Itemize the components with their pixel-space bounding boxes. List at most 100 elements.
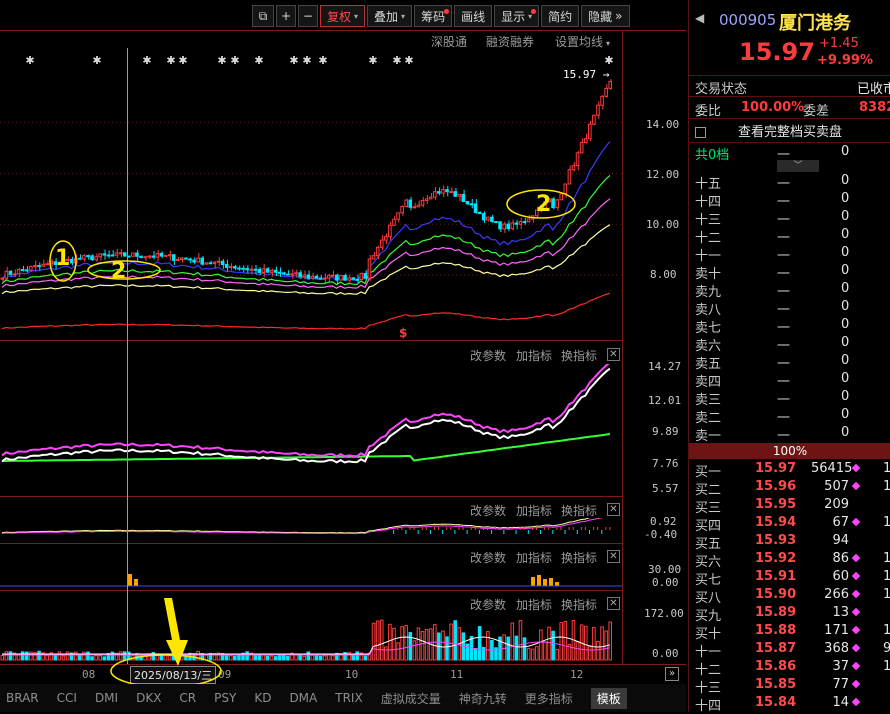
indicator-tab[interactable]: DKX: [136, 691, 161, 705]
indicator-tab[interactable]: CR: [179, 691, 196, 705]
order-marker-icon: [851, 643, 861, 653]
order-diff-label: 委差: [803, 104, 830, 119]
buy-level-row[interactable]: 买十 15.88 171 1: [689, 623, 890, 642]
indicator-tab[interactable]: DMA: [289, 691, 317, 705]
buy-level-row[interactable]: 买一 15.97 56415 1: [689, 461, 890, 480]
sell-level-row[interactable]: 卖四 一 0: [689, 371, 890, 390]
sell-level-row[interactable]: 卖六 一 0: [689, 335, 890, 354]
buy-level-row[interactable]: 买八 15.90 266 1: [689, 587, 890, 606]
buy-level-row[interactable]: 买五 15.93 94: [689, 533, 890, 552]
order-ratio-label: 委比: [695, 104, 722, 119]
indicator-tab[interactable]: BRAR: [6, 691, 39, 705]
buy-level-volume: 94: [832, 533, 849, 548]
buy-level-volume: 266: [824, 587, 849, 602]
buy-level-label: 买九: [695, 609, 722, 624]
sell-level-row[interactable]: 卖九 一 0: [689, 281, 890, 300]
buy-level-label: 十四: [695, 699, 722, 714]
buy-level-volume: 37: [832, 659, 849, 674]
order-marker-icon: [851, 553, 861, 563]
buy-level-row[interactable]: 十四 15.84 14: [689, 695, 890, 714]
buy-level-row[interactable]: 十二 15.86 37 1: [689, 659, 890, 678]
indicator-tab[interactable]: PSY: [214, 691, 236, 705]
buy-level-row[interactable]: 买三 15.95 209: [689, 497, 890, 516]
book-pct-bar: 100%: [689, 443, 890, 459]
sell-level-row[interactable]: 卖二 一 0: [689, 407, 890, 426]
sell-level-volume: 0: [841, 389, 850, 404]
order-marker-icon: [851, 571, 861, 581]
order-marker-icon: [851, 625, 861, 635]
sell-level-row[interactable]: 卖十 一 0: [689, 263, 890, 282]
prev-stock-icon[interactable]: ◀: [695, 11, 704, 25]
sell-level-price: 一: [777, 285, 791, 300]
sell-level-row[interactable]: 十三 一 0: [689, 209, 890, 228]
buy-level-volume: 86: [832, 551, 849, 566]
buy-level-label: 买七: [695, 573, 722, 588]
buy-level-price: 15.89: [755, 605, 797, 620]
buy-level-label: 买四: [695, 519, 722, 534]
divider: [689, 75, 890, 76]
sell-level-price: 一: [777, 429, 791, 444]
sell-level-label: 卖七: [695, 321, 722, 336]
buy-level-volume: 56415: [811, 461, 853, 476]
indicator-tab[interactable]: CCI: [57, 691, 77, 705]
sell-level-row[interactable]: 卖八 一 0: [689, 299, 890, 318]
sell-level-price: 一: [777, 393, 791, 408]
full-book-button[interactable]: 查看完整档买卖盘: [695, 121, 890, 141]
sell-level-volume: 0: [841, 245, 850, 260]
chart-area[interactable]: ⧉ + − 复权 ▾ 叠加 ▾ 筹码 画线 显示 ▾ 简约 隐藏» 深股通 融资融券 …: [0, 0, 686, 712]
sell-level-volume: 0: [841, 407, 850, 422]
sell-level-volume: 0: [841, 353, 850, 368]
sell-level-label: 十四: [695, 195, 722, 210]
buy-level-row[interactable]: 买六 15.92 86 1: [689, 551, 890, 570]
checkbox-icon[interactable]: [695, 127, 706, 138]
sell-level-row[interactable]: 卖一 一 0: [689, 425, 890, 444]
sell-level-label: 卖九: [695, 285, 722, 300]
buy-level-row[interactable]: 买四 15.94 67 1: [689, 515, 890, 534]
sell-level-row[interactable]: 十五 一 0: [689, 173, 890, 192]
indicator-tab[interactable]: 神奇九转: [459, 690, 507, 707]
sell-level-row[interactable]: 卖七 一 0: [689, 317, 890, 336]
buy-level-row[interactable]: 买七 15.91 60 1: [689, 569, 890, 588]
sell-level-price: 一: [777, 195, 791, 210]
sell-level-row[interactable]: 十四 一 0: [689, 191, 890, 210]
trade-status: 已收市: [857, 82, 890, 97]
sell-level-label: 卖五: [695, 357, 722, 372]
indicator-tab[interactable]: DMI: [95, 691, 118, 705]
buy-level-label: 买十: [695, 627, 722, 642]
divider: [689, 96, 890, 97]
buy-level-volume: 368: [824, 641, 849, 656]
sell-level-row[interactable]: 十一 一 0: [689, 245, 890, 264]
buy-level-orders: 1: [883, 515, 890, 530]
sell-level-row[interactable]: 卖三 一 0: [689, 389, 890, 408]
buy-level-row[interactable]: 买二 15.96 507 1: [689, 479, 890, 498]
buy-level-price: 15.87: [755, 641, 797, 656]
stock-name: 厦门港务: [779, 13, 851, 34]
indicator-tab[interactable]: 虚拟成交量: [381, 690, 441, 707]
buy-level-volume: 60: [832, 569, 849, 584]
indicator-tab[interactable]: 模板: [590, 687, 627, 709]
buy-level-label: 买一: [695, 465, 722, 480]
annotation-ellipse: [110, 654, 222, 684]
order-marker-icon: [851, 589, 861, 599]
buy-level-row[interactable]: 十三 15.85 77: [689, 677, 890, 696]
annotation-label: 2: [111, 259, 127, 284]
expand-book-button[interactable]: ﹀: [777, 160, 819, 172]
buy-level-label: 买五: [695, 537, 722, 552]
sell-level-label: 卖八: [695, 303, 722, 318]
indicator-tab[interactable]: KD: [254, 691, 271, 705]
sell-level-volume: 0: [841, 227, 850, 242]
price-change: +1.45: [819, 36, 859, 51]
sell-level-label: 卖四: [695, 375, 722, 390]
buy-level-row[interactable]: 十一 15.87 368 9: [689, 641, 890, 660]
sell-level-price: 一: [777, 303, 791, 318]
indicator-tab[interactable]: TRIX: [335, 691, 362, 705]
sell-level-row[interactable]: 十二 一 0: [689, 227, 890, 246]
buy-level-price: 15.86: [755, 659, 797, 674]
buy-level-row[interactable]: 买九 15.89 13: [689, 605, 890, 624]
indicator-tab[interactable]: 更多指标: [525, 690, 573, 707]
sell-level-row[interactable]: 卖五 一 0: [689, 353, 890, 372]
order-ratio-value: 100.00%: [741, 100, 805, 115]
s-marker-icon: $: [399, 326, 408, 340]
buy-level-orders: 1: [883, 659, 890, 674]
order-marker-icon: [851, 463, 861, 473]
